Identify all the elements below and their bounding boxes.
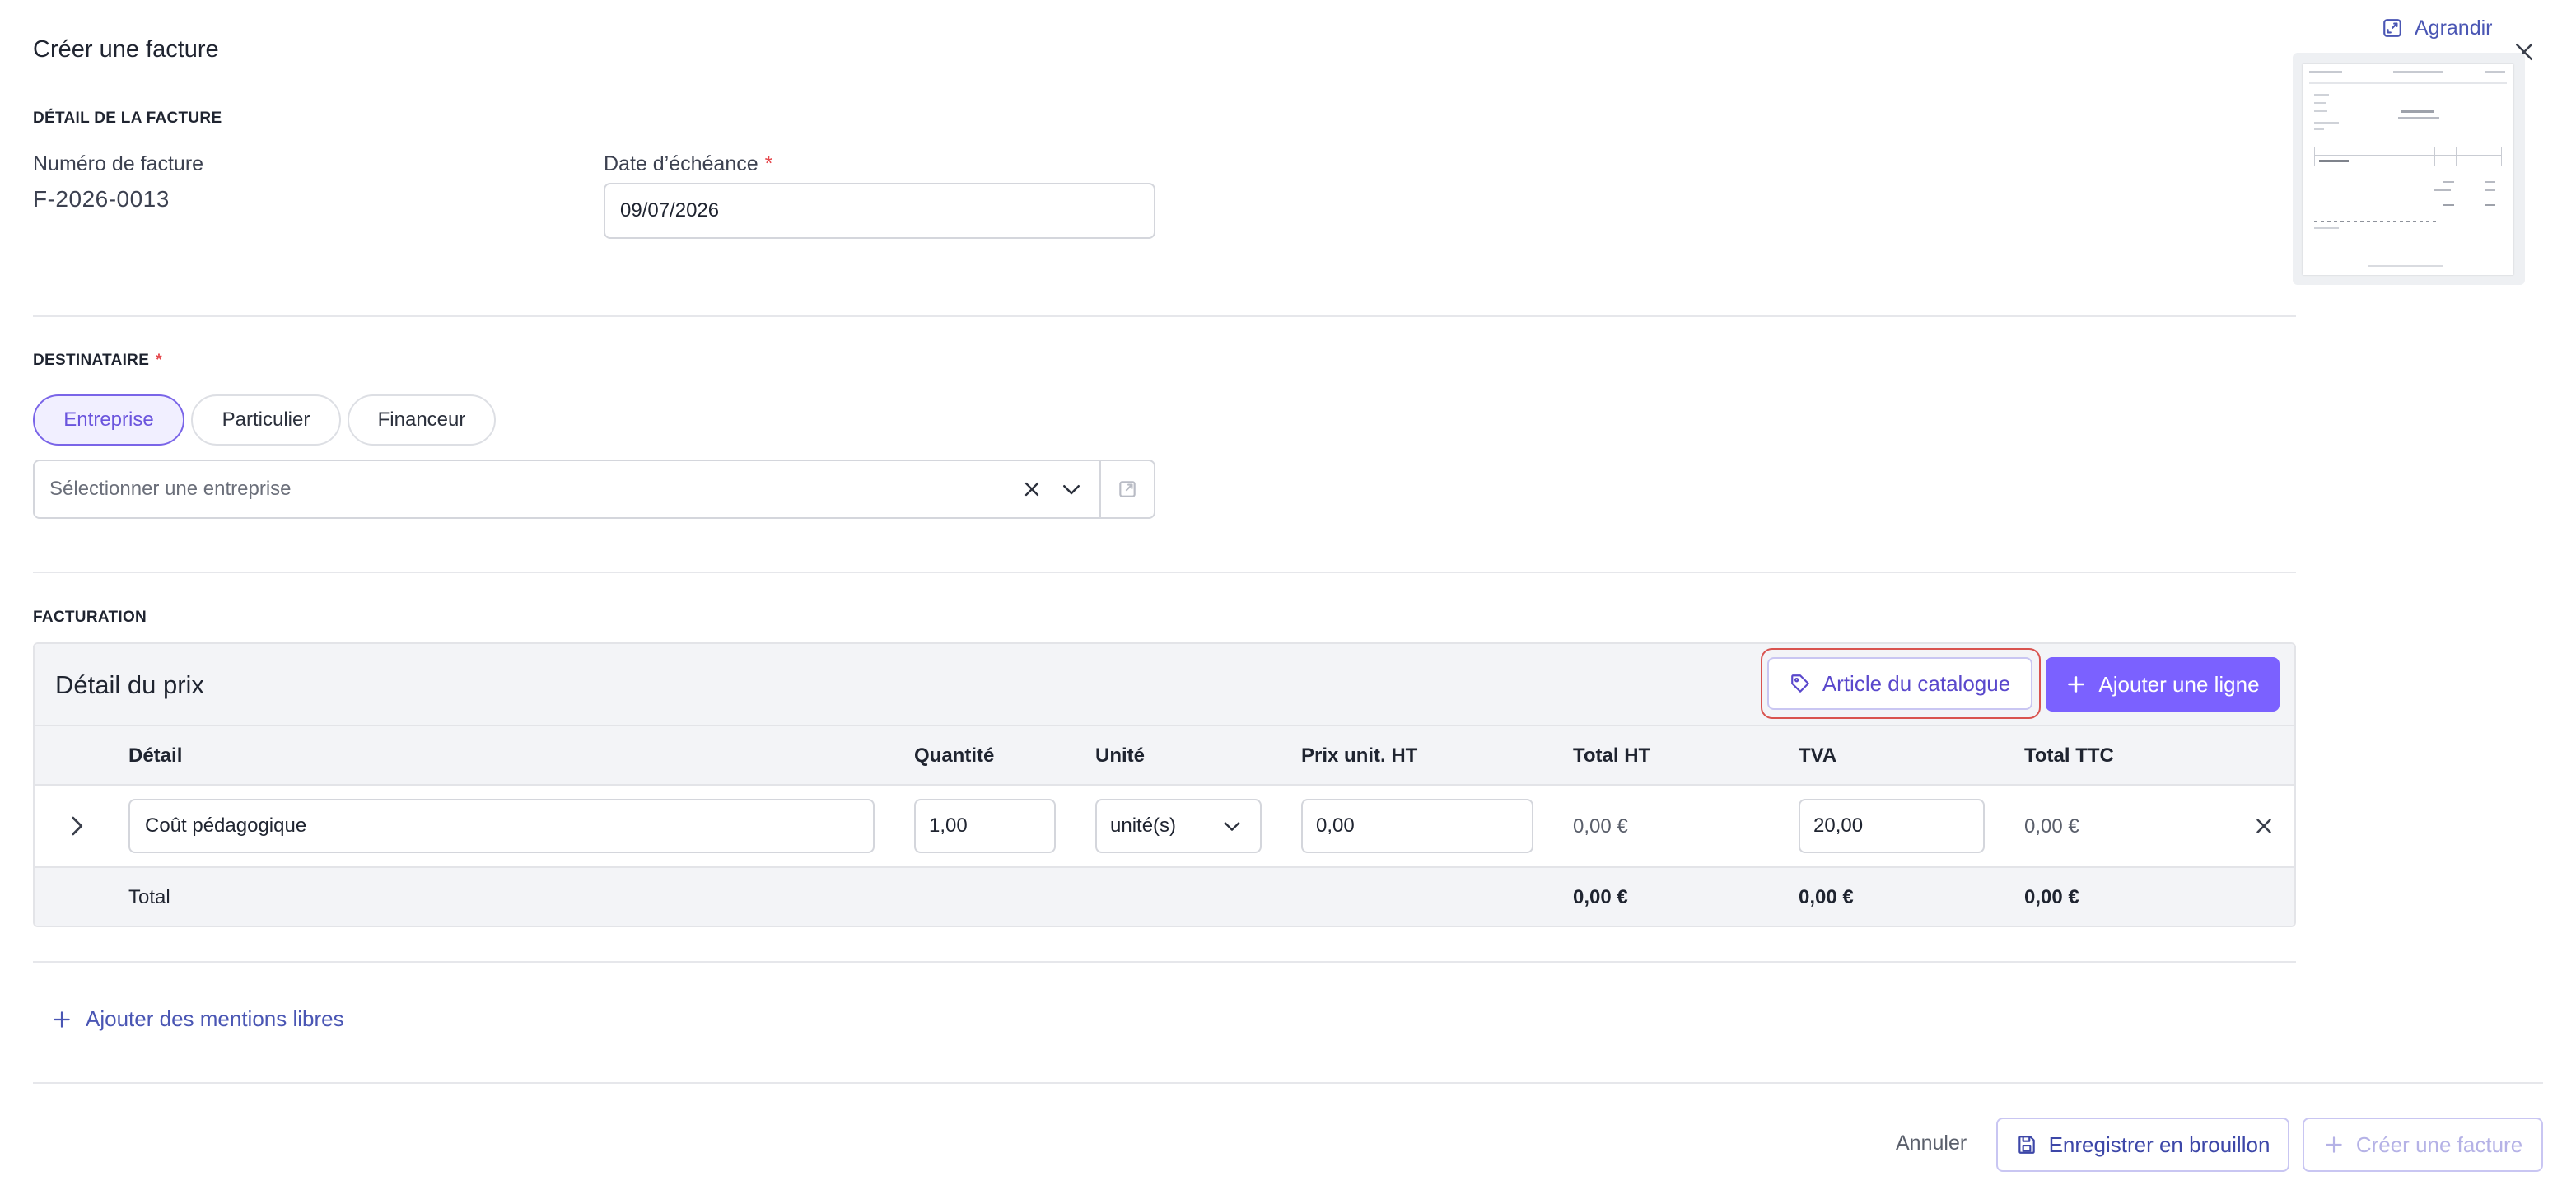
row-total-ttc: 0,00 € (2024, 815, 2079, 838)
plus-icon (2065, 674, 2087, 695)
clear-icon[interactable] (1012, 469, 1052, 509)
table-header-row: Détail Quantité Unité Prix unit. HT Tota… (35, 726, 2294, 786)
create-invoice-button[interactable]: Créer une facture (2303, 1118, 2543, 1172)
save-draft-label: Enregistrer en brouillon (2048, 1132, 2270, 1157)
recipient-section-label-row: DESTINATAIRE * (33, 352, 162, 370)
chevron-down-icon[interactable] (1052, 469, 1091, 509)
preview-page (2303, 64, 2513, 275)
catalog-article-button[interactable]: Article du catalogue (1767, 657, 2032, 710)
add-line-label: Ajouter une ligne (2098, 671, 2260, 697)
invoice-number-value: F-2026-0013 (33, 186, 170, 212)
due-date-input[interactable]: 09/07/2026 (604, 183, 1155, 239)
recipient-section-label: DESTINATAIRE (33, 352, 150, 369)
column-header-unit-price: Prix unit. HT (1301, 744, 1418, 767)
row-unit-price-value: 0,00 (1316, 814, 1355, 837)
due-date-label-row: Date d’échéance * (604, 152, 772, 176)
remove-row-icon[interactable] (2252, 814, 2276, 838)
divider (33, 572, 2296, 573)
save-draft-button[interactable]: Enregistrer en brouillon (1996, 1118, 2289, 1172)
total-tva-value: 0,00 € (1799, 886, 1854, 908)
due-date-value: 09/07/2026 (620, 199, 720, 222)
modal-title: Créer une facture (33, 36, 219, 63)
create-invoice-label: Créer une facture (2355, 1132, 2523, 1157)
due-date-label: Date d’échéance (604, 152, 758, 175)
total-row: Total 0,00 € 0,00 € 0,00 € (35, 868, 2294, 926)
expand-icon (2382, 17, 2403, 39)
price-detail-title: Détail du prix (55, 670, 204, 699)
required-mark: * (764, 152, 773, 175)
open-external-icon[interactable] (1101, 460, 1154, 518)
plus-icon (2323, 1134, 2345, 1155)
add-free-mentions-link[interactable]: Ajouter des mentions libres (51, 1006, 344, 1032)
divider (33, 961, 2296, 963)
row-unit-value: unité(s) (1110, 814, 1177, 837)
save-icon (2016, 1134, 2037, 1155)
row-unit-price-input[interactable]: 0,00 (1301, 799, 1533, 853)
required-mark: * (156, 352, 162, 369)
row-quantity-value: 1,00 (929, 814, 968, 837)
column-header-quantity: Quantité (914, 744, 995, 767)
invoice-number-label: Numéro de facture (33, 152, 204, 175)
catalog-article-label: Article du catalogue (1822, 670, 2011, 696)
row-total-ht: 0,00 € (1573, 815, 1628, 838)
recipient-type-particulier[interactable]: Particulier (191, 394, 341, 446)
row-detail-input[interactable]: Coût pédagogique (128, 799, 875, 853)
divider (33, 315, 2296, 317)
row-tva-value: 20,00 (1813, 814, 1864, 837)
column-header-total-ht: Total HT (1573, 744, 1651, 767)
expand-button[interactable]: Agrandir (2382, 13, 2493, 43)
company-select-placeholder: Sélectionner une entreprise (49, 478, 292, 500)
price-detail-header: Détail du prix Article du catalogue Ajou… (35, 644, 2294, 726)
table-row: Coût pédagogique 1,00 unité(s) 0,00 0,00… (35, 786, 2294, 868)
chevron-right-icon[interactable] (63, 812, 91, 840)
cancel-button[interactable]: Annuler (1896, 1132, 1967, 1155)
recipient-type-entreprise[interactable]: Entreprise (33, 394, 184, 446)
tag-icon (1790, 673, 1811, 694)
row-quantity-input[interactable]: 1,00 (914, 799, 1056, 853)
price-detail-table: Détail du prix Article du catalogue Ajou… (33, 642, 2296, 927)
recipient-type-financeur[interactable]: Financeur (348, 394, 496, 446)
invoice-preview-thumbnail[interactable] (2293, 53, 2525, 285)
chevron-down-icon (1220, 814, 1244, 838)
add-free-mentions-label: Ajouter des mentions libres (86, 1006, 344, 1031)
divider (33, 1082, 2543, 1084)
row-unit-select[interactable]: unité(s) (1095, 799, 1262, 853)
total-label: Total (128, 886, 170, 908)
total-ht-value: 0,00 € (1573, 886, 1628, 908)
plus-icon (51, 1009, 72, 1030)
total-ttc-value: 0,00 € (2024, 886, 2079, 908)
billing-section-label: FACTURATION (33, 609, 147, 626)
company-select[interactable]: Sélectionner une entreprise (33, 460, 1155, 519)
column-header-total-ttc: Total TTC (2024, 744, 2114, 767)
row-detail-value: Coût pédagogique (145, 814, 307, 837)
column-header-tva: TVA (1799, 744, 1837, 767)
column-header-unit: Unité (1095, 744, 1145, 767)
add-line-button[interactable]: Ajouter une ligne (2046, 657, 2280, 712)
invoice-detail-section-label: DÉTAIL DE LA FACTURE (33, 110, 222, 127)
column-header-detail: Détail (128, 744, 183, 767)
row-tva-input[interactable]: 20,00 (1799, 799, 1985, 853)
expand-label: Agrandir (2415, 16, 2493, 40)
